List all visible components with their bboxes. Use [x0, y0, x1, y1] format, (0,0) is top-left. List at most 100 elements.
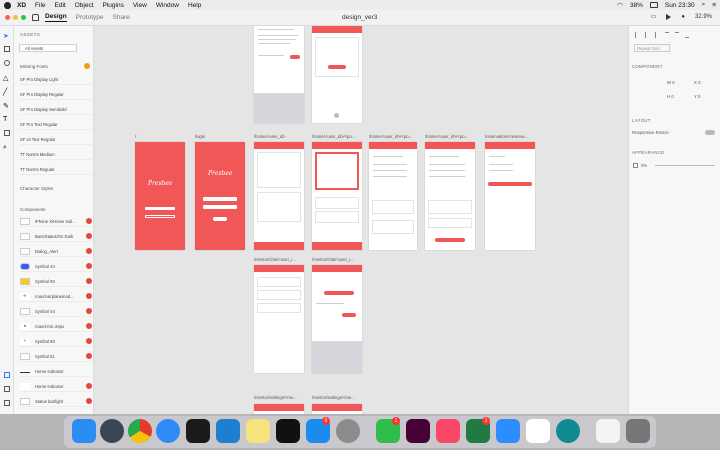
- plugins-panel-icon[interactable]: [4, 400, 10, 406]
- repeat-grid-button[interactable]: Repeat Grid: [634, 44, 670, 52]
- artboard-home[interactable]: [254, 142, 304, 250]
- font-item[interactable]: TT Norms Medium: [20, 149, 92, 160]
- h-field[interactable]: H 0: [667, 94, 674, 99]
- opacity-slider[interactable]: [655, 165, 715, 166]
- launchpad-icon[interactable]: [100, 419, 124, 443]
- zoom-icon[interactable]: [496, 419, 520, 443]
- artboard-label[interactable]: /login: [195, 134, 205, 139]
- control-center-icon[interactable]: ≡: [712, 2, 716, 9]
- font-item[interactable]: SF UI Text Regular: [20, 134, 92, 145]
- artboard-label[interactable]: /home/<user_id>: [254, 134, 285, 139]
- chrome-icon[interactable]: [128, 419, 152, 443]
- select-tool-icon[interactable]: ➤: [3, 32, 9, 40]
- artboard-settings-2[interactable]: [312, 404, 362, 414]
- polygon-tool-icon[interactable]: △: [3, 74, 9, 82]
- vscode-icon[interactable]: [216, 419, 240, 443]
- tab-design[interactable]: Design: [45, 13, 67, 22]
- adobe-xd-icon[interactable]: [406, 419, 430, 443]
- system-preferences-icon[interactable]: [336, 419, 360, 443]
- minimize-window-button[interactable]: [13, 15, 18, 20]
- artboard-post[interactable]: [312, 142, 362, 250]
- font-item[interactable]: SF Pro Display Semibold: [20, 104, 92, 115]
- messages-icon[interactable]: [156, 419, 180, 443]
- font-item[interactable]: SF Pro Text Regular: [20, 119, 92, 130]
- line-tool-icon[interactable]: ╱: [3, 88, 9, 96]
- zoom-window-button[interactable]: [21, 15, 26, 20]
- menu-file[interactable]: File: [35, 2, 45, 9]
- x-field[interactable]: X 0: [694, 80, 700, 85]
- mobile-preview-icon[interactable]: ▭: [651, 13, 657, 20]
- artboard-label[interactable]: /home/<user_id>/<po...: [369, 134, 412, 139]
- artboard-splash[interactable]: Presbee: [135, 142, 185, 250]
- artboard-label[interactable]: /: [135, 134, 136, 139]
- clock[interactable]: Sun 23:30: [665, 2, 695, 9]
- artboard-label[interactable]: /home/<user_id>/<po...: [425, 134, 468, 139]
- artboard-top-2[interactable]: [312, 26, 362, 123]
- artboard-post-detail[interactable]: [369, 142, 417, 250]
- artboard-settings-1[interactable]: [254, 404, 304, 414]
- component-item[interactable]: Symbol 93: [20, 276, 92, 287]
- appletv-icon[interactable]: [276, 419, 300, 443]
- close-window-button[interactable]: [5, 15, 10, 20]
- assets-filter[interactable]: All Assets: [19, 44, 77, 52]
- zoom-tool-icon[interactable]: ⌕: [3, 144, 9, 151]
- artboard-label[interactable]: /mentor/chat/<user_i...: [312, 257, 354, 262]
- slack-icon[interactable]: [526, 419, 550, 443]
- w-field[interactable]: W 0: [667, 80, 675, 85]
- artboard-tool-icon[interactable]: [4, 130, 10, 136]
- battery-icon[interactable]: [649, 2, 658, 8]
- artboard-label[interactable]: /mentor/settings/<me...: [312, 395, 355, 400]
- menu-plugins[interactable]: Plugins: [103, 2, 124, 9]
- align-right-icon[interactable]: [655, 32, 659, 38]
- wifi-icon[interactable]: ◠: [617, 1, 623, 9]
- menu-help[interactable]: Help: [188, 2, 201, 9]
- apple-icon[interactable]: [4, 1, 11, 9]
- component-item[interactable]: Bars/Status/On Dark: [20, 231, 92, 242]
- responsive-resize-toggle[interactable]: [705, 130, 715, 135]
- align-top-icon[interactable]: [665, 32, 669, 38]
- ellipse-tool-icon[interactable]: [4, 60, 10, 66]
- menu-edit[interactable]: Edit: [55, 2, 66, 9]
- tab-prototype[interactable]: Prototype: [76, 14, 104, 21]
- font-item[interactable]: SF Pro Display Light: [20, 74, 92, 85]
- y-field[interactable]: Y 0: [694, 94, 700, 99]
- component-item[interactable]: iPhone X/Home Indi...: [20, 216, 92, 227]
- pen-tool-icon[interactable]: ✎: [3, 102, 9, 110]
- artboard-label[interactable]: /home/<user_id>/<po...: [312, 134, 355, 139]
- component-item[interactable]: ✈ round-airplanemod...: [20, 291, 92, 302]
- align-bottom-icon[interactable]: [685, 32, 689, 38]
- artboard-top-1[interactable]: [254, 26, 304, 123]
- zoom-level[interactable]: 32.9%: [695, 14, 712, 20]
- finder-icon[interactable]: [72, 419, 96, 443]
- home-icon[interactable]: [32, 14, 39, 21]
- artboard-label[interactable]: /mentor/chat/<user_i...: [254, 257, 296, 262]
- assets-panel-icon[interactable]: [4, 372, 10, 378]
- align-center-icon[interactable]: [645, 32, 649, 38]
- menu-object[interactable]: Object: [75, 2, 94, 9]
- component-item[interactable]: Symbol 44: [20, 261, 92, 272]
- menu-xd[interactable]: XD: [17, 2, 26, 9]
- text-tool-icon[interactable]: T: [3, 116, 9, 123]
- component-item[interactable]: Home Indicator: [20, 366, 92, 377]
- artboard-chat-list[interactable]: [254, 265, 304, 373]
- user-icon[interactable]: ●: [681, 14, 685, 20]
- evernote-icon[interactable]: [556, 419, 580, 443]
- menu-window[interactable]: Window: [156, 2, 179, 9]
- component-item[interactable]: Home Indicator: [20, 381, 92, 392]
- artboard-login[interactable]: Presbee: [195, 142, 245, 250]
- notes-icon[interactable]: [246, 419, 270, 443]
- artboard-chat[interactable]: [312, 265, 362, 373]
- component-item[interactable]: ● round-mic-24px: [20, 321, 92, 332]
- rectangle-tool-icon[interactable]: [4, 46, 10, 52]
- font-item[interactable]: TT Norms Regular: [20, 164, 92, 175]
- music-icon[interactable]: [436, 419, 460, 443]
- component-item[interactable]: Symbol 44: [20, 306, 92, 317]
- artboard-label[interactable]: /mentor/settings/<me...: [254, 395, 297, 400]
- font-item[interactable]: SF Pro Display Regular: [20, 89, 92, 100]
- document-title[interactable]: design_ver3: [342, 14, 377, 21]
- align-left-icon[interactable]: [635, 32, 639, 38]
- document-icon[interactable]: [596, 419, 620, 443]
- layers-panel-icon[interactable]: [4, 386, 10, 392]
- artboard-post-apply[interactable]: [425, 142, 475, 250]
- opacity-value[interactable]: 0%: [641, 163, 647, 168]
